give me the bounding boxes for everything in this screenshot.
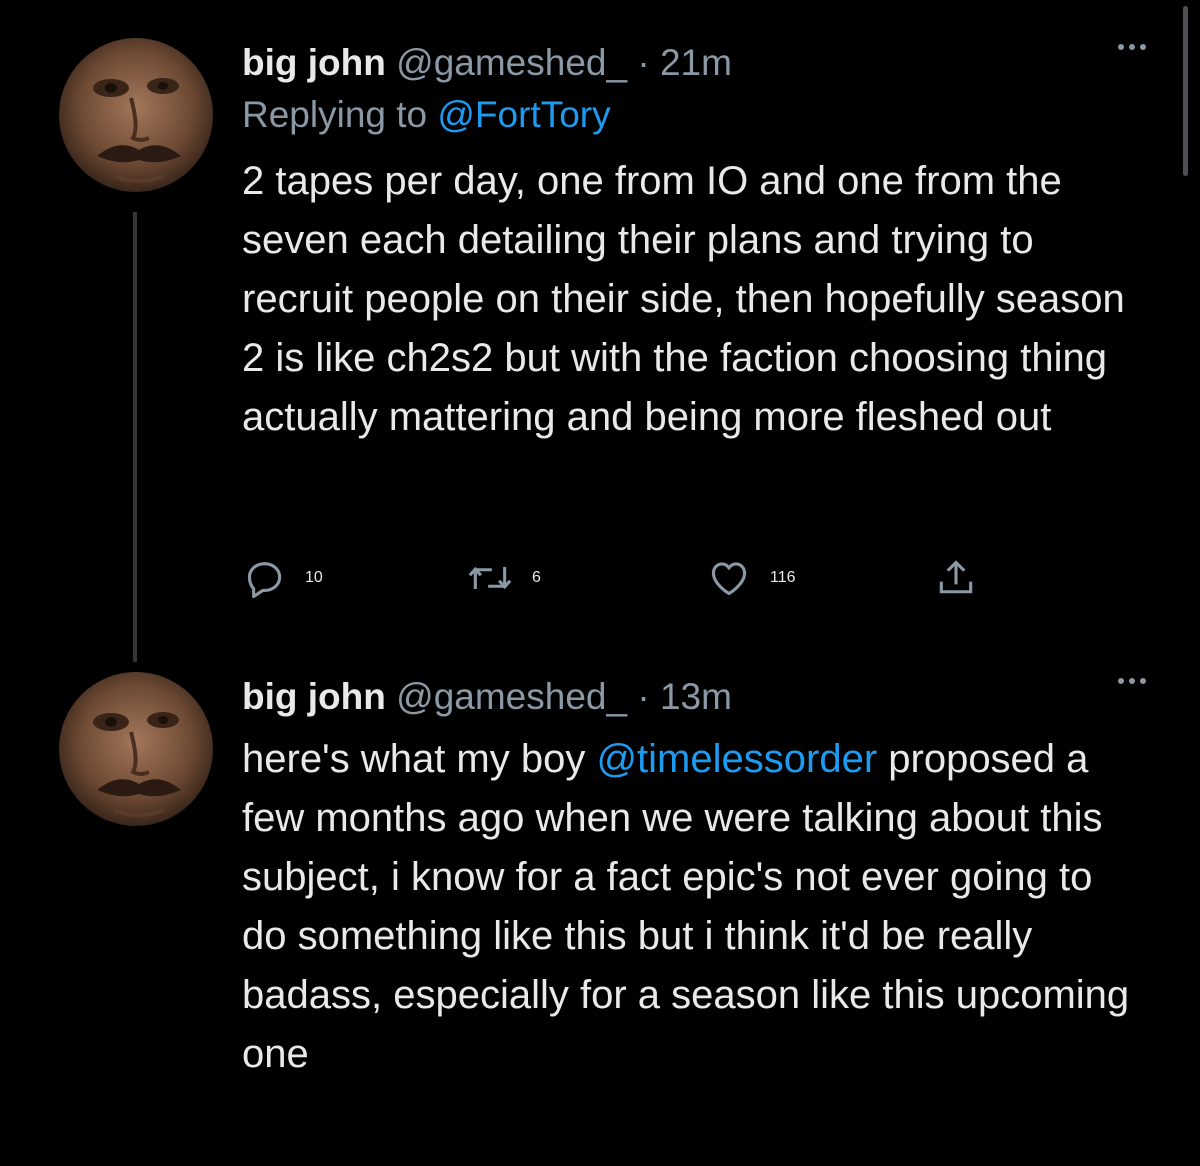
share-action[interactable] bbox=[934, 556, 978, 600]
replying-to: Replying to @FortTory bbox=[242, 90, 1140, 140]
retweet-count: 6 bbox=[532, 569, 541, 586]
scrollbar[interactable] bbox=[1183, 6, 1188, 176]
separator: · bbox=[637, 42, 650, 83]
reply-count: 10 bbox=[305, 569, 323, 586]
tweet-text-before: here's what my boy bbox=[242, 737, 597, 781]
timestamp[interactable]: 13m bbox=[660, 676, 732, 717]
retweet-icon bbox=[468, 566, 512, 590]
more-icon[interactable] bbox=[1118, 44, 1146, 50]
display-name[interactable]: big john bbox=[242, 42, 386, 83]
tweet-header: big john @gameshed_ · 13m bbox=[242, 672, 1140, 722]
tweet-text: 2 tapes per day, one from IO and one fro… bbox=[242, 159, 1125, 439]
reply-icon bbox=[247, 562, 282, 599]
like-action[interactable]: 116 bbox=[706, 556, 796, 600]
reply-action[interactable]: 10 bbox=[243, 556, 323, 600]
share-icon bbox=[939, 560, 973, 594]
timestamp[interactable]: 21m bbox=[660, 42, 732, 83]
more-icon[interactable] bbox=[1118, 678, 1146, 684]
tweet-text: here's what my boy @timelessorder propos… bbox=[242, 730, 1140, 1084]
thread-connector-line bbox=[133, 212, 137, 662]
tweet-text-after: proposed a few months ago when we were t… bbox=[242, 737, 1130, 1076]
replying-prefix: Replying to bbox=[242, 94, 428, 135]
like-icon bbox=[711, 562, 747, 596]
avatar[interactable] bbox=[59, 672, 213, 826]
retweet-action[interactable]: 6 bbox=[466, 556, 541, 600]
handle[interactable]: @gameshed_ bbox=[396, 676, 627, 717]
display-name[interactable]: big john bbox=[242, 676, 386, 717]
replying-mention-link[interactable]: @FortTory bbox=[437, 94, 610, 135]
avatar[interactable] bbox=[59, 38, 213, 192]
separator: · bbox=[637, 676, 650, 717]
mention-link[interactable]: @timelessorder bbox=[596, 737, 877, 781]
handle[interactable]: @gameshed_ bbox=[396, 42, 627, 83]
like-count: 116 bbox=[770, 569, 796, 586]
tweet-header: big john @gameshed_ · 21m bbox=[242, 38, 1140, 88]
